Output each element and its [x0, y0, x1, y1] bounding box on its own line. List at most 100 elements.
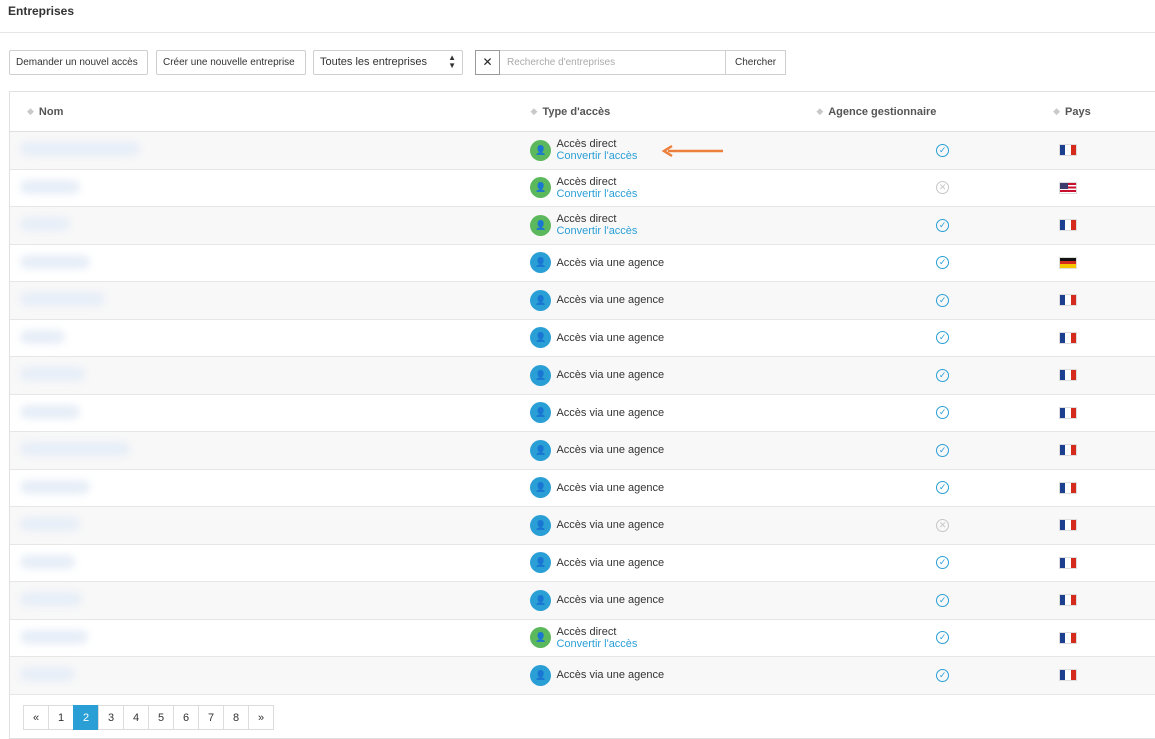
convert-access-link[interactable]: Convertir l'accès [556, 188, 637, 200]
column-header-pays[interactable]: ◆ Pays [1015, 106, 1155, 118]
column-header-nom[interactable]: ◆ Nom [10, 106, 521, 118]
flag-fr-icon [1059, 369, 1078, 382]
table-row[interactable]: 👤 Accès via une agence ✓ [10, 432, 1155, 470]
table-row[interactable]: 👤 Accès via une agence ✓ [10, 582, 1155, 620]
access-type-label: Accès via une agence [556, 556, 665, 569]
redacted-company-name [20, 592, 82, 606]
country-cell [1015, 669, 1155, 682]
search-button[interactable]: Chercher [726, 49, 787, 75]
table-row[interactable]: 👤 Accès via une agence ✕ [10, 507, 1155, 545]
access-type-cell: 👤 Accès via une agence [520, 364, 740, 386]
company-name-cell[interactable] [10, 207, 520, 244]
pagination-page-button[interactable]: 5 [148, 705, 174, 730]
company-name-cell[interactable] [10, 320, 520, 357]
user-icon: 👤 [530, 552, 552, 574]
flag-fr-icon [1059, 144, 1078, 157]
company-name-cell[interactable] [10, 470, 520, 507]
access-type-label: Accès direct [556, 138, 617, 151]
company-name-cell[interactable] [10, 620, 520, 657]
company-name-cell[interactable] [10, 657, 520, 694]
table-row[interactable]: 👤 Accès direct Convertir l'accès ✕ [10, 170, 1155, 207]
convert-access-link[interactable]: Convertir l'accès [556, 638, 637, 650]
flag-fr-icon [1059, 481, 1078, 494]
pagination-page-button[interactable]: 8 [223, 705, 249, 730]
check-circle-icon: ✓ [936, 631, 950, 645]
create-company-button[interactable]: Créer une nouvelle entreprise [156, 49, 306, 75]
request-access-button[interactable]: Demander un nouvel accès [9, 49, 148, 75]
pagination-prev-button[interactable]: « [23, 705, 49, 730]
redacted-company-name [20, 179, 80, 194]
pagination: «1 2 3 4 5 6 7 8» [23, 705, 274, 730]
column-label: Agence gestionnaire [828, 105, 937, 118]
access-type-text: Accès direct Convertir l'accès [556, 138, 637, 162]
table-row[interactable]: 👤 Accès via une agence ✓ [10, 545, 1155, 582]
table-row[interactable]: 👤 Accès direct Convertir l'accès ✓ [10, 207, 1155, 245]
check-circle-icon: ✓ [936, 368, 950, 382]
company-name-cell[interactable] [10, 357, 520, 394]
company-name-cell[interactable] [10, 395, 520, 432]
pagination-page-button[interactable]: 3 [98, 705, 124, 730]
redacted-company-name [20, 629, 88, 644]
search-input[interactable] [500, 49, 726, 75]
access-type-text: Accès via une agence [556, 257, 664, 269]
pagination-page-button[interactable]: 7 [198, 705, 224, 730]
country-cell [1015, 369, 1155, 382]
column-header-type[interactable]: ◆ Type d'accès [521, 106, 741, 118]
access-type-label: Accès direct [556, 175, 617, 188]
company-name-cell[interactable] [10, 432, 520, 469]
flag-us-icon [1059, 181, 1078, 194]
table-row[interactable]: 👤 Accès direct Convertir l'accès ✓ [10, 620, 1155, 657]
table-row[interactable]: 👤 Accès via une agence ✓ [10, 357, 1155, 395]
pagination-page-button[interactable]: 2 [73, 705, 99, 730]
company-name-cell[interactable] [10, 507, 520, 544]
managing-agency-cell: ✓ [740, 631, 1015, 645]
table-row[interactable]: 👤 Accès via une agence ✓ [10, 282, 1155, 320]
access-type-text: Accès via une agence [556, 369, 664, 381]
pagination-next-button[interactable]: » [248, 705, 274, 730]
access-type-cell: 👤 Accès via une agence [520, 589, 740, 611]
access-type-text: Accès direct Convertir l'accès [556, 176, 637, 200]
redacted-company-name [20, 404, 80, 419]
column-label: Nom [38, 105, 64, 118]
country-cell [1015, 181, 1155, 194]
company-name-cell[interactable] [10, 582, 520, 619]
company-name-cell[interactable] [10, 170, 520, 207]
access-type-cell: 👤 Accès direct Convertir l'accès [520, 626, 740, 650]
check-circle-icon: ✓ [936, 443, 950, 457]
table-row[interactable]: 👤 Accès via une agence ✓ [10, 320, 1155, 357]
table-row[interactable]: 👤 Accès via une agence ✓ [10, 470, 1155, 507]
country-cell [1015, 331, 1155, 344]
table-row[interactable]: 👤 Accès via une agence ✓ [10, 657, 1155, 695]
table-row[interactable]: 👤 Accès direct Convertir l'accès ✓ [10, 132, 1155, 170]
table-row[interactable]: 👤 Accès via une agence ✓ [10, 245, 1155, 282]
column-header-agence[interactable]: ◆ Agence gestionnaire [740, 106, 1015, 118]
access-type-text: Accès via une agence [556, 444, 664, 456]
clear-search-button[interactable]: ✕ [475, 49, 500, 75]
convert-access-link[interactable]: Convertir l'accès [556, 150, 637, 162]
country-cell [1015, 406, 1155, 419]
redacted-company-name [20, 367, 85, 381]
access-type-label: Accès direct [556, 625, 617, 638]
company-name-cell[interactable] [10, 132, 520, 169]
access-type-text: Accès via une agence [556, 669, 664, 681]
convert-access-link[interactable]: Convertir l'accès [556, 225, 637, 237]
access-type-label: Accès via une agence [556, 444, 665, 457]
pagination-page-button[interactable]: 4 [123, 705, 149, 730]
flag-fr-icon [1059, 631, 1078, 644]
managing-agency-cell: ✓ [740, 406, 1015, 420]
company-name-cell[interactable] [10, 282, 520, 319]
access-type-text: Accès via une agence [556, 519, 664, 531]
access-type-cell: 👤 Accès via une agence [520, 252, 740, 274]
redacted-company-name [20, 517, 80, 531]
pagination-page-button[interactable]: 1 [48, 705, 74, 730]
pagination-page-button[interactable]: 6 [173, 705, 199, 730]
managing-agency-cell: ✓ [740, 593, 1015, 607]
company-filter-select[interactable]: Toutes les entreprises ▲ ▼ [313, 49, 463, 75]
toolbar: Demander un nouvel accès Créer une nouve… [9, 49, 787, 75]
access-type-label: Accès direct [556, 213, 617, 226]
company-name-cell[interactable] [10, 245, 520, 282]
table-row[interactable]: 👤 Accès via une agence ✓ [10, 395, 1155, 432]
company-name-cell[interactable] [10, 545, 520, 582]
annotation-arrow-icon [661, 144, 723, 158]
check-circle-icon: ✓ [936, 256, 950, 270]
